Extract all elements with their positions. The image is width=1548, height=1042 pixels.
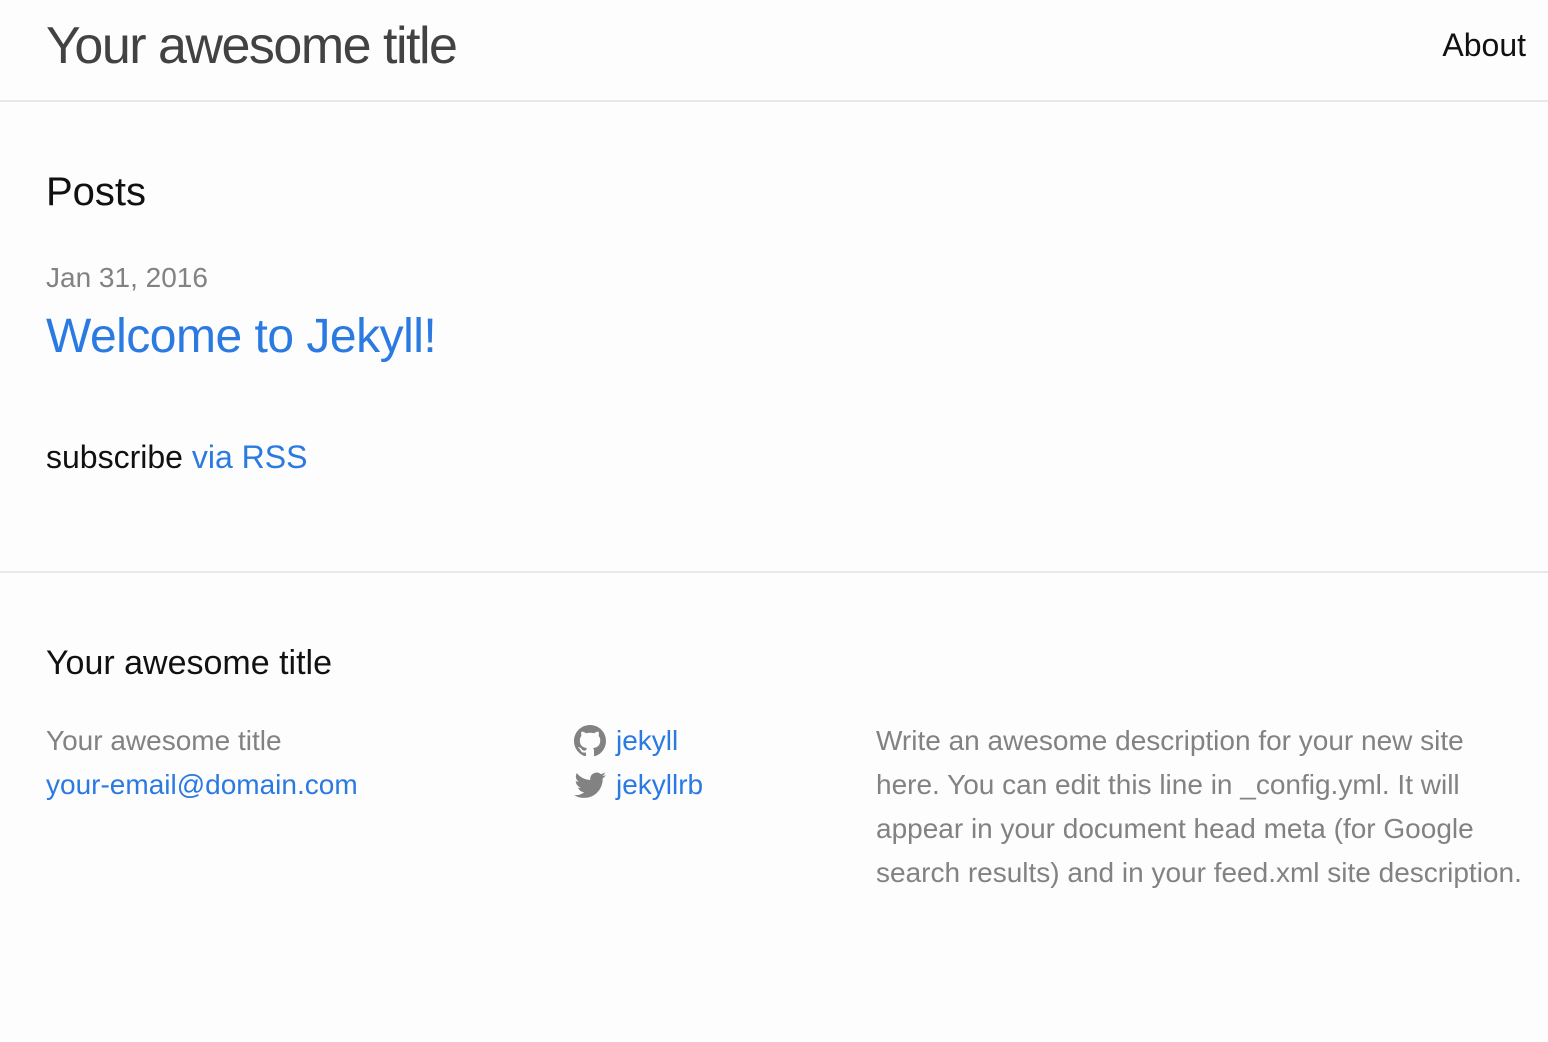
rss-subscribe: subscribe via RSS [46, 438, 307, 476]
nav-link-about[interactable]: About [1442, 26, 1526, 64]
footer-email-link[interactable]: your-email@domain.com [46, 769, 358, 800]
github-icon [574, 725, 606, 757]
twitter-link[interactable]: jekyllrb [616, 763, 703, 807]
site-description: Write an awesome description for your ne… [876, 725, 1522, 888]
github-link[interactable]: jekyll [616, 719, 678, 763]
footer-heading: Your awesome title [46, 644, 333, 682]
site-header: Your awesome title About [0, 0, 1548, 102]
rss-prefix: subscribe [46, 439, 183, 475]
page-heading: Posts [46, 170, 147, 214]
twitter-row: jekyllrb [574, 763, 854, 807]
rss-link[interactable]: via RSS [192, 439, 308, 475]
site-title-link[interactable]: Your awesome title [46, 16, 458, 76]
post-title-link[interactable]: Welcome to Jekyll! [46, 308, 437, 366]
footer-site-name: Your awesome title [46, 725, 282, 756]
site-footer: Your awesome title Your awesome title yo… [0, 571, 1548, 1042]
footer-contact-column: Your awesome title your-email@domain.com [46, 719, 526, 807]
footer-social-column: jekyll jekyllrb [574, 719, 854, 807]
post-date: Jan 31, 2016 [46, 262, 208, 293]
twitter-icon [574, 769, 606, 801]
github-row: jekyll [574, 719, 854, 763]
footer-description-column: Write an awesome description for your ne… [876, 719, 1526, 895]
